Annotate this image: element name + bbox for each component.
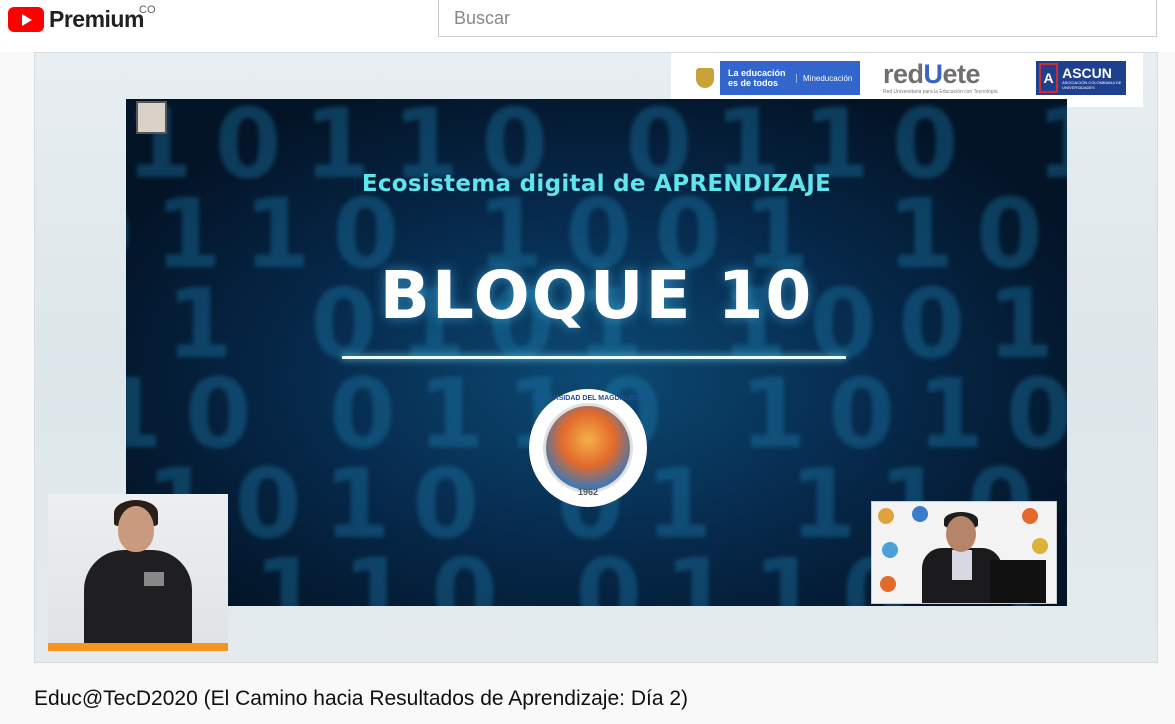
search-box[interactable] [438, 0, 1157, 37]
university-seal: UNIVERSIDAD DEL MAGDALENA 1962 [529, 389, 647, 507]
title-divider [342, 356, 846, 359]
search-input[interactable] [439, 0, 1156, 36]
video-player[interactable]: La educación es de todos Mineducación re… [34, 52, 1158, 663]
renata-subtitle: Red Universitaria para la Educación con … [883, 89, 998, 95]
mineducacion-logo: La educación es de todos Mineducación [690, 61, 860, 95]
slide-subtitle: Ecosistema digital de APRENDIZAJE [361, 171, 832, 197]
speaker-video [871, 501, 1057, 604]
interpreter-accent-bar [48, 643, 228, 651]
brand-label: Premium [49, 5, 144, 32]
seal-emblem-icon [543, 403, 633, 493]
ministry-name: Mineducación [796, 73, 852, 83]
ascun-name: ASCUN [1062, 65, 1112, 81]
speaker-shirt [952, 550, 972, 580]
ascun-subtitle: ASOCIACIÓN COLOMBIANA DE UNIVERSIDADES [1062, 80, 1122, 90]
ministry-line: La educación es de todos [728, 68, 786, 88]
seal-year: 1962 [577, 487, 599, 497]
ascun-logo: A ASCUN ASOCIACIÓN COLOMBIANA DE UNIVERSI… [1036, 61, 1126, 95]
colombia-shield-icon [690, 61, 720, 95]
ascun-mark-icon: A [1039, 63, 1059, 93]
country-code: CO [139, 4, 156, 16]
interpreter-badge [144, 572, 164, 586]
youtube-premium-logo[interactable]: Premium [8, 6, 144, 32]
video-title: Educ@TecD2020 (El Camino hacia Resultado… [34, 687, 689, 710]
top-bar: Premium CO [0, 0, 1175, 52]
renata-logo: redUete Red Universitaria para la Educac… [883, 59, 1015, 95]
youtube-play-icon [8, 6, 44, 32]
interpreter-body [84, 550, 192, 651]
speaker-head [946, 516, 976, 552]
slide-title: BLOQUE 10 [379, 257, 814, 334]
interpreter-head [118, 506, 154, 552]
seal-text: UNIVERSIDAD DEL MAGDALENA [532, 395, 644, 402]
sign-language-interpreter-video [48, 494, 228, 651]
corner-logo-icon [136, 101, 167, 134]
monitor [990, 560, 1046, 603]
